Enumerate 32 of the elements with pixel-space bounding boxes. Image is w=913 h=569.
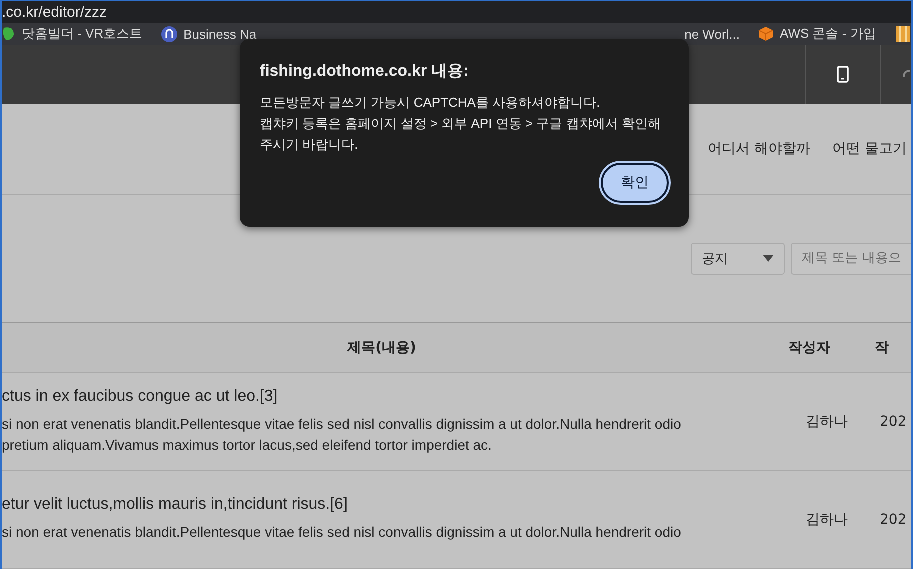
table-cell-text: 김하나 [805, 510, 849, 528]
leaf-icon [2, 26, 16, 42]
table-cell-text: 김하나 [805, 412, 849, 430]
dialog-title: fishing.dothome.co.kr 내용: [260, 62, 470, 82]
post-title[interactable]: ctus in ex faucibus congue ac ut leo.[3] [2, 388, 782, 406]
search-field[interactable]: 제목 또는 내용으 [791, 242, 911, 274]
category-select[interactable]: 공지 [691, 242, 785, 274]
post-excerpt: si non erat venenatis blandit.Pellentesque vitae felis sed nisl convallis dignissim a ut dolor.Nulla hendrerit odio [2, 414, 682, 434]
nav-link[interactable]: 어떤 물고기 [832, 140, 907, 158]
mobile-icon[interactable] [837, 66, 849, 83]
post-excerpt: pretium aliquam.Vivamus maximus tortor lacus,sed eleifend tortor imperdiet ac. [2, 436, 493, 455]
nav-link[interactable]: 어디서 해야할까 [708, 140, 811, 158]
bookmark-link[interactable]: AWS 콘솔 - 가입 [780, 25, 876, 43]
column-header: 작성자 [788, 338, 832, 356]
bookmark-link[interactable]: 닷홈빌더 - VR호스트 [22, 25, 143, 43]
dialog-message: 모든방문자 글쓰기 가능시 CAPTCHA를 사용하셔야합니다. [260, 94, 602, 112]
bookmark-link[interactable]: Business Na [184, 26, 257, 42]
column-header: 제목(내용) [346, 338, 418, 356]
ok-button[interactable]: 확인 [601, 163, 669, 203]
column-header: 작 [875, 338, 889, 356]
circle-icon [160, 26, 178, 42]
dialog-message: 주시기 바랍니다. [260, 136, 360, 154]
post-excerpt: si non erat venenatis blandit.Pellentesque vitae felis sed nisl convallis dignissim a ut dolor.Nulla hendrerit odio [2, 523, 682, 542]
table-cell: 202 [880, 414, 907, 430]
dialog-message: 캡챠키 등록은 홈페이지 설정 > 외부 API 연동 > 구글 캡챠에서 확인해 [260, 115, 662, 133]
address-url[interactable]: .co.kr/editor/zzz [2, 4, 108, 20]
caret-icon [763, 255, 774, 262]
bookmark-link[interactable]: ne Worl... [684, 26, 740, 42]
post-title[interactable]: etur velit luctus,mollis mauris in,tincidunt risus.[6] [2, 496, 782, 514]
table-cell: 202 [880, 512, 907, 528]
bookmark-icon[interactable] [896, 26, 910, 42]
cube-icon [758, 26, 774, 42]
